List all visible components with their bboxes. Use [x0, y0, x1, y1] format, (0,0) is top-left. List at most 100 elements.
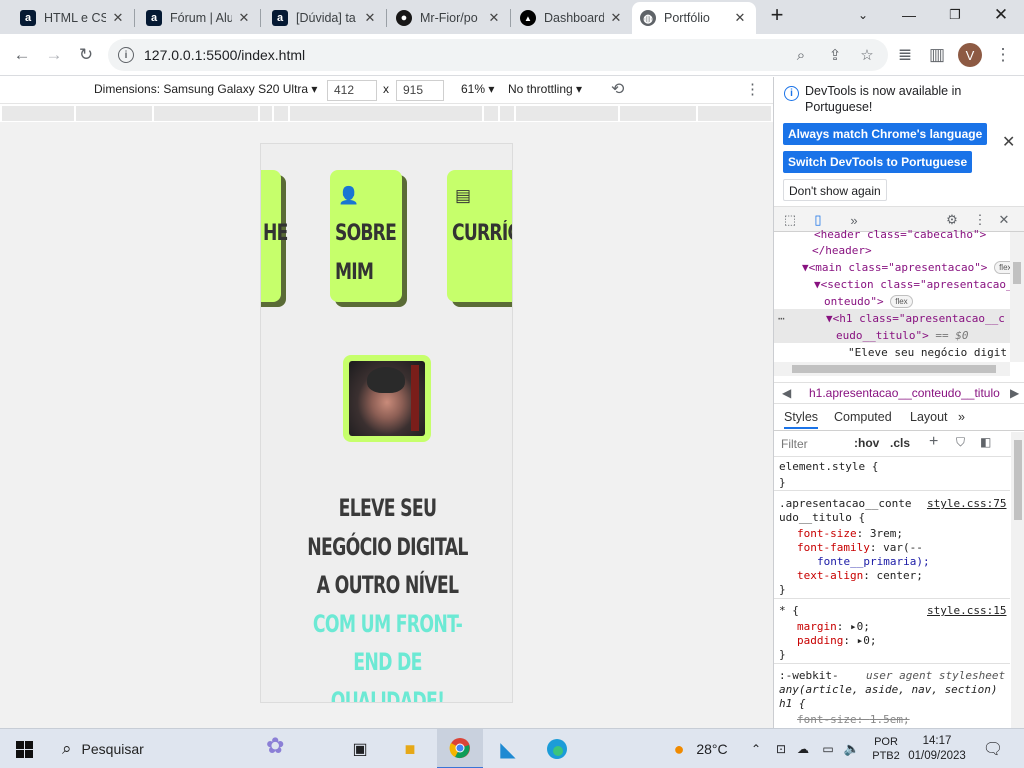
- forward-arrow-icon[interactable]: →: [39, 40, 69, 70]
- close-icon[interactable]: ✕: [362, 10, 378, 26]
- dom-node[interactable]: ▼<section class="apresentacao__c: [814, 276, 1024, 293]
- style-declaration[interactable]: text-align: center;: [797, 569, 923, 583]
- cls-toggle[interactable]: .cls: [890, 436, 910, 450]
- throttling-dropdown[interactable]: No throttling ▾: [508, 82, 582, 96]
- dom-node-selected[interactable]: eudo__titulo"> == $0: [836, 327, 968, 344]
- tab-dashboard[interactable]: ▲ Dashboard ✕: [512, 2, 632, 34]
- style-declaration-overridden[interactable]: font-size: 1.5em;: [797, 713, 910, 727]
- nav-card-home[interactable]: HE: [261, 170, 288, 302]
- inspect-element-icon[interactable]: ⬚: [780, 210, 800, 230]
- elements-tree[interactable]: <header class="cabecalho"> </header> ▼<m…: [774, 228, 1024, 382]
- breadcrumb-left-icon[interactable]: ◀: [782, 386, 791, 400]
- device-frame[interactable]: HE 👤 SOBRE MIM ▤ CURRÍC ELEVE SEU NEGÓCIO…: [260, 143, 513, 703]
- styles-pane[interactable]: element.style { } .apresentacao__conte s…: [774, 457, 1010, 728]
- restore-button[interactable]: ❐: [932, 0, 978, 30]
- tab-computed[interactable]: Computed: [834, 410, 892, 424]
- height-input[interactable]: 915: [396, 80, 444, 101]
- weather-temperature[interactable]: 28°C: [694, 729, 730, 768]
- style-value[interactable]: fonte__primaria);: [817, 555, 930, 569]
- more-tabs-icon[interactable]: »: [958, 410, 965, 424]
- tab-search-icon[interactable]: ⌄: [840, 0, 886, 30]
- side-panel-icon[interactable]: ▥: [922, 40, 952, 70]
- tab-styles[interactable]: Styles: [784, 410, 819, 429]
- ellipsis-icon[interactable]: ⋯: [778, 310, 785, 327]
- file-explorer-icon[interactable]: ■: [390, 729, 430, 768]
- url-text[interactable]: 127.0.0.1:5500/index.html: [144, 47, 305, 63]
- add-rule-icon[interactable]: +: [929, 433, 938, 451]
- clock[interactable]: 14:17 01/09/2023: [904, 729, 970, 768]
- stylesheet-link[interactable]: style.css:15: [927, 604, 1006, 618]
- elements-horizontal-scrollbar[interactable]: [774, 362, 1010, 376]
- zoom-dropdown[interactable]: 61% ▾: [461, 82, 494, 96]
- dom-node[interactable]: onteudo"> flex: [824, 293, 913, 310]
- new-tab-button[interactable]: +: [760, 0, 794, 30]
- taskbar-search[interactable]: ⌕ Pesquisar ✿: [48, 729, 298, 768]
- sidebar-toggle-icon[interactable]: ◧: [980, 435, 991, 449]
- close-icon[interactable]: ✕: [236, 10, 252, 26]
- rotate-icon[interactable]: ⟲: [611, 79, 624, 99]
- weather-icon[interactable]: ●: [664, 729, 694, 768]
- close-icon[interactable]: ✕: [486, 10, 502, 26]
- width-input[interactable]: 412: [327, 80, 377, 101]
- paint-icon[interactable]: ⛉: [956, 435, 965, 450]
- chevron-up-icon[interactable]: ⌃: [748, 729, 764, 768]
- minimize-button[interactable]: —: [886, 0, 932, 30]
- menu-kebab-icon[interactable]: ⋮: [988, 40, 1018, 70]
- tab-html-css[interactable]: a HTML e CSS ✕: [12, 2, 134, 34]
- dom-node[interactable]: <header class="cabecalho">: [814, 226, 986, 243]
- windows-start-icon[interactable]: [0, 729, 48, 768]
- style-declaration[interactable]: font-family: var(--: [797, 541, 923, 555]
- switch-to-portuguese-button[interactable]: Switch DevTools to Portuguese: [783, 151, 973, 173]
- reload-icon[interactable]: ↻: [71, 40, 101, 70]
- address-bar[interactable]: i 127.0.0.1:5500/index.html ⌕ ⇪ ☆: [108, 39, 888, 71]
- more-options-icon[interactable]: ⋮: [745, 80, 760, 98]
- tab-layout[interactable]: Layout: [910, 410, 948, 424]
- style-declaration[interactable]: margin: ▸0;: [797, 620, 870, 634]
- media-query-bar[interactable]: [0, 105, 773, 122]
- hov-toggle[interactable]: :hov: [854, 436, 879, 450]
- dom-node-selected[interactable]: ▼<h1 class="apresentacao__c: [826, 310, 1005, 327]
- filter-input[interactable]: Filter: [781, 437, 808, 451]
- nav-card-sobre[interactable]: 👤 SOBRE MIM: [330, 170, 402, 302]
- notifications-icon[interactable]: 🗨: [978, 729, 1008, 768]
- breadcrumb-right-icon[interactable]: ▶: [1010, 386, 1019, 400]
- edge-icon[interactable]: [537, 729, 577, 768]
- site-info-icon[interactable]: i: [118, 47, 134, 63]
- share-icon[interactable]: ⇪: [820, 39, 850, 71]
- style-declaration[interactable]: padding: ▸0;: [797, 634, 876, 648]
- chrome-taskbar-icon[interactable]: [437, 729, 483, 768]
- input-language[interactable]: POR PTB2: [866, 729, 906, 768]
- vscode-icon[interactable]: ◣: [488, 729, 528, 768]
- close-icon[interactable]: ✕: [110, 10, 126, 26]
- stylesheet-link[interactable]: style.css:75: [927, 497, 1006, 511]
- text-node[interactable]: "Eleve seu negócio digit: [848, 344, 1007, 361]
- close-icon[interactable]: ✕: [608, 10, 624, 26]
- close-icon[interactable]: ✕: [732, 10, 748, 26]
- close-icon[interactable]: ✕: [1002, 132, 1015, 152]
- zoom-icon[interactable]: ⌕: [786, 39, 816, 71]
- meet-now-icon[interactable]: ⊡: [772, 729, 790, 768]
- tab-github[interactable]: ● Mr-Fior/po ✕: [388, 2, 510, 34]
- breadcrumb-item[interactable]: h1.apresentacao__conteudo__titulo: [809, 386, 1000, 400]
- tab-forum[interactable]: a Fórum | Alu ✕: [138, 2, 260, 34]
- dom-node[interactable]: ▼<main class="apresentacao"> flex: [802, 259, 1017, 276]
- close-window-button[interactable]: ✕: [978, 0, 1024, 30]
- close-devtools-icon[interactable]: ✕: [994, 210, 1014, 230]
- styles-scrollbar[interactable]: [1011, 432, 1024, 728]
- elements-scrollbar[interactable]: [1010, 232, 1024, 362]
- reading-list-icon[interactable]: ≣: [890, 40, 920, 70]
- task-view-icon[interactable]: ▣: [340, 729, 380, 768]
- network-icon[interactable]: ▭: [818, 729, 838, 768]
- profile-avatar[interactable]: V: [958, 43, 982, 67]
- onedrive-icon[interactable]: ☁: [794, 729, 812, 768]
- dimensions-dropdown[interactable]: Dimensions: Samsung Galaxy S20 Ultra ▾: [94, 82, 317, 96]
- dont-show-again-button[interactable]: Don't show again: [783, 179, 887, 201]
- dom-node[interactable]: </header>: [812, 242, 872, 259]
- always-match-language-button[interactable]: Always match Chrome's language: [783, 123, 988, 145]
- bookmark-star-icon[interactable]: ☆: [852, 39, 882, 71]
- tab-duvida[interactable]: a [Dúvida] ta ✕: [264, 2, 386, 34]
- back-arrow-icon[interactable]: ←: [7, 40, 37, 70]
- style-declaration[interactable]: font-size: 3rem;: [797, 527, 903, 541]
- nav-card-curriculo[interactable]: ▤ CURRÍC: [447, 170, 512, 302]
- volume-icon[interactable]: 🔈: [842, 729, 862, 768]
